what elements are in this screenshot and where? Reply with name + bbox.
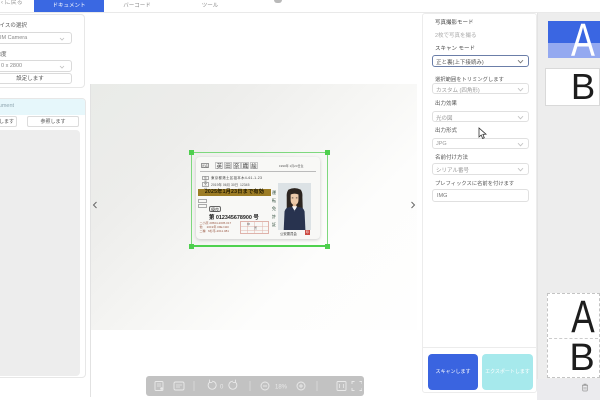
svg-text:18%: 18% <box>275 385 288 391</box>
svg-text:0: 0 <box>220 385 224 391</box>
